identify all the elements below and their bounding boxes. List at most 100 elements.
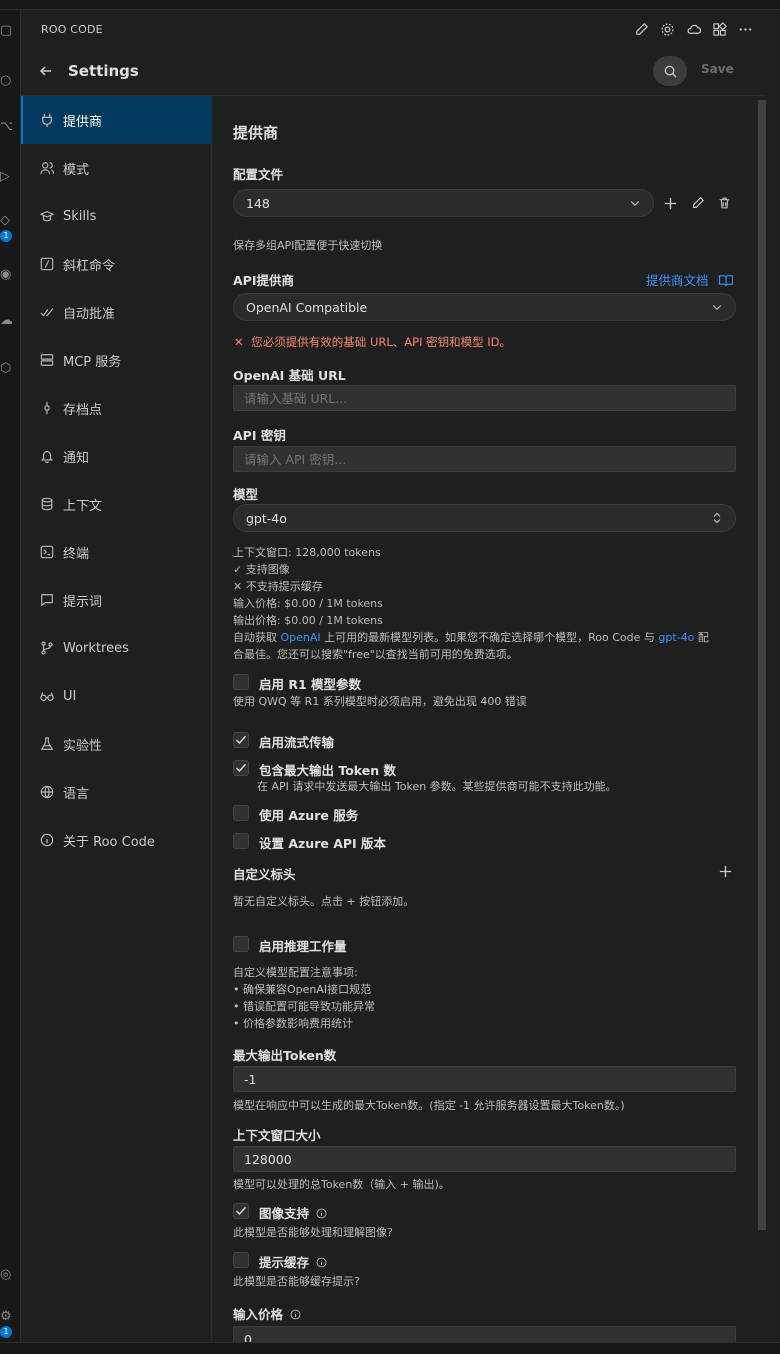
account-icon[interactable]: ◎ (0, 1268, 12, 1282)
max-tokens-description: 在 API 请求中发送最大输出 Token 参数。某些提供商可能不支持此功能。 (257, 780, 617, 793)
supports-images-info: ✓ 支持图像 (233, 563, 290, 576)
info-icon[interactable] (316, 1208, 327, 1219)
streaming-checkbox[interactable] (233, 732, 249, 748)
manage-icon[interactable]: ⚙ (0, 1310, 12, 1324)
base-url-input[interactable] (233, 385, 736, 411)
openai-link[interactable]: OpenAI (281, 631, 321, 644)
ctx-size-description: 模型可以处理的总Token数（输入 + 输出)。 (233, 1178, 450, 1191)
explorer-icon[interactable]: ▢ (0, 24, 12, 38)
sidebar-item-providers[interactable]: 提供商 (21, 96, 212, 144)
azure-checkbox[interactable] (233, 805, 249, 821)
settings-search-button[interactable] (653, 56, 687, 86)
sidebar-item-mcp[interactable]: MCP 服务 (21, 336, 212, 384)
sidebar-item-worktrees[interactable]: Worktrees (21, 624, 212, 672)
settings-title: Settings (68, 62, 139, 80)
auto-fetch-info: 自动获取 OpenAI 上可用的最新模型列表。如果您不确定选择哪个模型，Roo … (233, 631, 709, 644)
cube-icon[interactable]: ⬡ (0, 362, 12, 376)
marketplace-icon[interactable] (711, 21, 728, 38)
roo-code-icon[interactable]: ☁ (0, 314, 12, 328)
more-icon[interactable] (737, 21, 754, 38)
api-provider-value: OpenAI Compatible (246, 299, 368, 315)
custom-headers-label: 自定义标头 (233, 867, 296, 882)
azure-version-checkbox[interactable] (233, 833, 249, 849)
remote-icon[interactable]: ◉ (0, 268, 12, 282)
run-debug-icon[interactable]: ▷ (0, 170, 12, 184)
sidebar-item-language[interactable]: 语言 (21, 768, 212, 816)
sidebar-item-prompts[interactable]: 提示词 (21, 576, 212, 624)
save-button[interactable]: Save (701, 62, 734, 76)
check-icon (236, 1206, 247, 1215)
x-icon: ✕ (233, 580, 243, 593)
profile-description: 保存多组API配置便于快速切换 (233, 239, 383, 252)
search-icon[interactable]: ○ (0, 74, 12, 88)
extensions-badge: 1 (0, 230, 12, 242)
info-icon[interactable] (316, 1257, 327, 1268)
search-icon (664, 65, 677, 78)
plus-icon (664, 197, 676, 209)
delete-profile-button[interactable] (715, 194, 733, 212)
extensions-icon[interactable]: ◇ (0, 214, 12, 228)
database-icon (39, 496, 55, 512)
reasoning-checkbox[interactable] (233, 936, 249, 952)
sidebar-item-label: 通知 (63, 450, 90, 466)
image-support-checkbox[interactable] (233, 1203, 249, 1219)
roo-code-panel: ROO CODE Settings Save 提供商 模式 Skills 斜杠命… (21, 10, 766, 1352)
sidebar-item-ui[interactable]: UI (21, 672, 212, 720)
source-control-icon[interactable]: ⌥ (0, 120, 12, 134)
max-output-input[interactable]: -1 (233, 1066, 736, 1092)
info-icon (39, 832, 55, 848)
sidebar-item-label: MCP 服务 (63, 354, 122, 370)
sidebar-item-experimental[interactable]: 实验性 (21, 720, 212, 768)
rename-profile-button[interactable] (689, 194, 707, 212)
max-tokens-label: 包含最大输出 Token 数 (259, 763, 397, 778)
sidebar-item-auto-approve[interactable]: 自动批准 (21, 288, 212, 336)
model-select[interactable]: gpt-4o (233, 504, 736, 532)
edit-icon[interactable] (633, 21, 650, 38)
sidebar-item-notifications[interactable]: 通知 (21, 432, 212, 480)
error-text: 您必须提供有效的基础 URL、API 密钥和模型 ID。 (251, 335, 512, 349)
sidebar-item-context[interactable]: 上下文 (21, 480, 212, 528)
api-provider-label: API提供商 (233, 273, 294, 288)
pencil-icon (693, 196, 705, 208)
globe-icon (39, 784, 55, 800)
sidebar-item-terminal[interactable]: 终端 (21, 528, 212, 576)
sidebar-item-label: 斜杠命令 (63, 258, 116, 274)
back-arrow-icon[interactable] (38, 63, 54, 79)
git-commit-icon (39, 400, 55, 416)
r1-label: 启用 R1 模型参数 (259, 677, 362, 692)
api-key-input[interactable] (233, 446, 736, 472)
vertical-scrollbar[interactable] (758, 100, 766, 1230)
provider-docs-link[interactable]: 提供商文档 (646, 270, 734, 289)
sidebar-item-label: 存档点 (63, 402, 103, 418)
prompt-cache-info: ✕ 不支持提示缓存 (233, 580, 323, 593)
input-price-info: 输入价格: $0.00 / 1M tokens (233, 597, 383, 610)
gpt-4o-link[interactable]: gpt-4o (658, 631, 694, 644)
sidebar-item-skills[interactable]: Skills (21, 192, 212, 240)
max-tokens-checkbox[interactable] (233, 760, 249, 776)
graduation-cap-icon (39, 208, 55, 224)
ctx-size-input[interactable]: 128000 (233, 1146, 736, 1172)
prompt-cache-checkbox[interactable] (233, 1252, 249, 1268)
max-output-description: 模型在响应中可以生成的最大Token数。(指定 -1 允许服务器设置最大Toke… (233, 1099, 625, 1112)
provider-docs-link-text: 提供商文档 (646, 273, 709, 288)
profile-select[interactable]: 148 (233, 189, 654, 217)
sidebar-item-modes[interactable]: 模式 (21, 144, 212, 192)
sidebar-item-slash-commands[interactable]: 斜杠命令 (21, 240, 212, 288)
sidebar-item-checkpoints[interactable]: 存档点 (21, 384, 212, 432)
api-provider-select[interactable]: OpenAI Compatible (233, 293, 736, 321)
validation-error: ✕ 您必须提供有效的基础 URL、API 密钥和模型 ID。 (234, 334, 511, 350)
r1-checkbox[interactable] (233, 674, 249, 690)
cloud-icon[interactable] (685, 21, 702, 38)
sidebar-item-about[interactable]: 关于 Roo Code (21, 816, 212, 864)
azure-version-label: 设置 Azure API 版本 (259, 836, 387, 851)
notes-title: 自定义模型配置注意事项: (233, 966, 358, 979)
ctx-size-label: 上下文窗口大小 (233, 1128, 321, 1143)
sidebar-item-label: 提示词 (63, 594, 103, 610)
gear-icon[interactable] (659, 21, 676, 38)
profile-value: 148 (246, 195, 270, 211)
azure-label: 使用 Azure 服务 (259, 808, 359, 823)
add-header-button[interactable] (716, 862, 734, 880)
info-icon[interactable] (290, 1309, 301, 1320)
add-profile-button[interactable] (661, 194, 679, 212)
server-icon (39, 352, 55, 368)
